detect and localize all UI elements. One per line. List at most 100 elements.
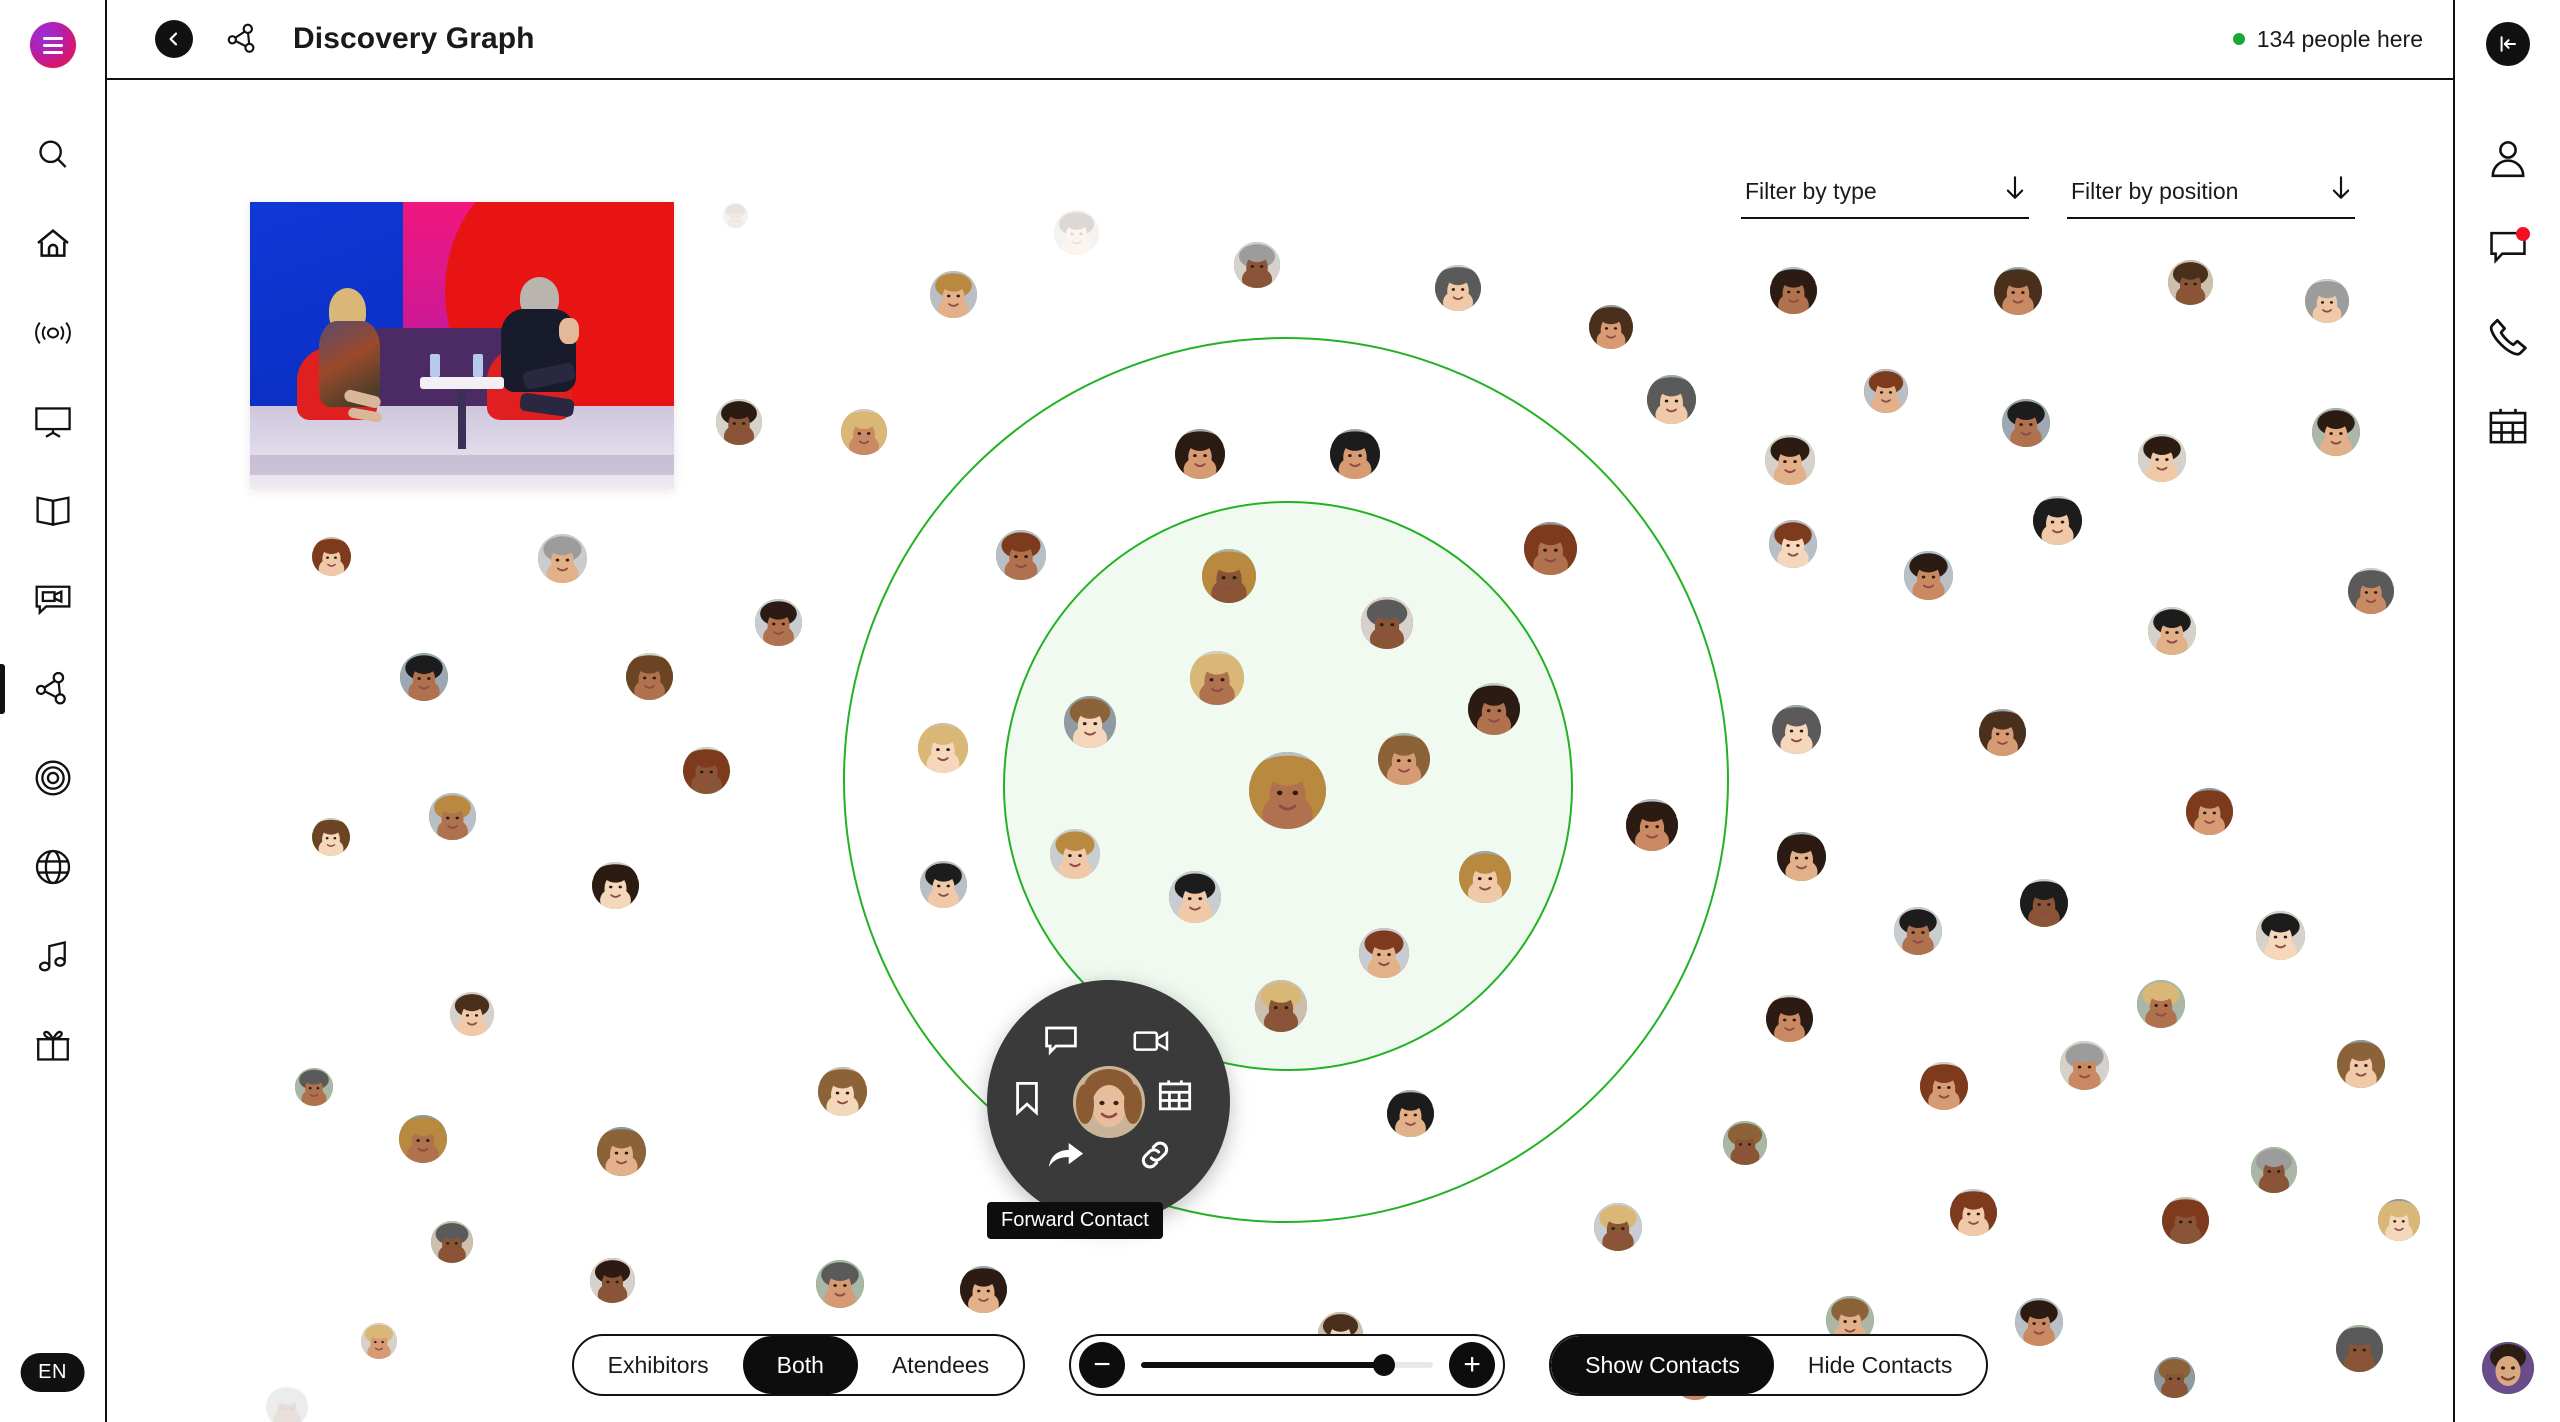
sidebar-item-globe[interactable] (0, 822, 105, 911)
sidebar-item-gifts[interactable] (0, 1000, 105, 1089)
graph-node-avatar[interactable] (2167, 259, 2213, 305)
right-item-profile[interactable] (2455, 114, 2560, 203)
graph-node-avatar[interactable] (311, 536, 351, 576)
graph-node-avatar[interactable] (1769, 520, 1817, 568)
segment-attendees[interactable]: Atendees (858, 1336, 1023, 1394)
graph-node-avatar[interactable] (1330, 429, 1380, 479)
back-button[interactable] (155, 20, 193, 58)
language-badge[interactable]: EN (20, 1353, 85, 1392)
graph-node-avatar[interactable] (1050, 829, 1100, 879)
graph-node-avatar[interactable] (295, 1068, 333, 1106)
bookmark-contact-action[interactable] (1013, 1080, 1041, 1116)
graph-canvas[interactable]: Filter by type Filter by position Forwar… (107, 80, 2453, 1422)
graph-node-avatar[interactable] (1864, 369, 1908, 413)
graph-node-avatar[interactable] (1386, 1089, 1434, 1137)
graph-node-avatar[interactable] (1190, 651, 1244, 705)
graph-node-avatar[interactable] (450, 992, 494, 1036)
graph-node-avatar[interactable] (1468, 683, 1520, 735)
graph-node-avatar[interactable] (996, 530, 1046, 580)
graph-node-avatar[interactable] (1626, 799, 1678, 851)
start-video-call-action[interactable] (1132, 1026, 1170, 1056)
graph-node-avatar[interactable] (589, 1257, 635, 1303)
sidebar-item-sessions[interactable] (0, 377, 105, 466)
zoom-in-button[interactable]: + (1449, 1342, 1496, 1388)
radial-center-avatar[interactable] (1072, 1065, 1145, 1138)
graph-node-avatar[interactable] (682, 746, 730, 794)
graph-node-avatar[interactable] (1594, 1203, 1642, 1251)
graph-node-avatar[interactable] (1765, 435, 1815, 485)
graph-node-avatar[interactable] (1255, 980, 1307, 1032)
graph-node-avatar[interactable] (1202, 549, 1256, 603)
graph-node-avatar[interactable] (754, 598, 802, 646)
sidebar-item-home[interactable] (0, 199, 105, 288)
graph-node-avatar[interactable] (2251, 1147, 2297, 1193)
segment-hide-contacts[interactable]: Hide Contacts (1774, 1336, 1986, 1394)
graph-node-avatar[interactable] (400, 653, 448, 701)
graph-node-avatar[interactable] (1175, 429, 1225, 479)
graph-node-avatar[interactable] (1949, 1188, 1997, 1236)
stage-interview-video[interactable] (250, 202, 674, 489)
graph-node-avatar[interactable] (2002, 399, 2050, 447)
copy-link-action[interactable] (1137, 1138, 1173, 1172)
graph-node-avatar[interactable] (537, 533, 587, 583)
graph-node-avatar[interactable] (1589, 305, 1633, 349)
graph-node-avatar[interactable] (929, 270, 977, 318)
graph-node-avatar[interactable] (716, 399, 762, 445)
graph-node-avatar[interactable] (2020, 879, 2068, 927)
graph-node-avatar[interactable] (817, 1066, 867, 1116)
graph-node-avatar[interactable] (1169, 871, 1221, 923)
zoom-slider-control[interactable]: − + (1069, 1334, 1506, 1396)
segment-both[interactable]: Both (742, 1336, 858, 1394)
graph-node-avatar[interactable] (1248, 751, 1326, 829)
contact-radial-menu[interactable] (987, 980, 1230, 1223)
graph-node-avatar[interactable] (399, 1115, 447, 1163)
graph-node-avatar[interactable] (428, 792, 476, 840)
graph-node-avatar[interactable] (2305, 279, 2349, 323)
sidebar-item-search[interactable] (0, 110, 105, 199)
graph-node-avatar[interactable] (722, 202, 748, 228)
graph-node-avatar[interactable] (2337, 1040, 2385, 1088)
zoom-out-button[interactable]: − (1079, 1342, 1126, 1388)
filter-by-type-dropdown[interactable]: Filter by type (1741, 175, 2029, 219)
graph-node-avatar[interactable] (1064, 696, 1116, 748)
collapse-panel-button[interactable] (2485, 22, 2530, 66)
graph-node-avatar[interactable] (2137, 980, 2185, 1028)
my-avatar[interactable] (2481, 1342, 2534, 1394)
graph-node-avatar[interactable] (816, 1260, 864, 1308)
audience-type-toggle[interactable]: Exhibitors Both Atendees (571, 1334, 1026, 1396)
graph-node-avatar[interactable] (2185, 787, 2233, 835)
hamburger-menu-icon[interactable] (29, 22, 76, 68)
right-item-calendar[interactable] (2455, 381, 2560, 470)
graph-node-avatar[interactable] (2312, 408, 2360, 456)
graph-node-avatar[interactable] (1523, 521, 1577, 575)
graph-node-avatar[interactable] (1459, 851, 1511, 903)
graph-node-avatar[interactable] (2032, 495, 2082, 545)
graph-node-avatar[interactable] (625, 652, 673, 700)
right-item-messages[interactable] (2455, 203, 2560, 292)
graph-node-avatar[interactable] (1378, 733, 1430, 785)
segment-exhibitors[interactable]: Exhibitors (574, 1336, 743, 1394)
schedule-meeting-action[interactable] (1157, 1078, 1193, 1112)
forward-contact-action[interactable] (1047, 1140, 1085, 1170)
graph-node-avatar[interactable] (1994, 267, 2042, 315)
send-message-action[interactable] (1043, 1024, 1079, 1058)
zoom-slider-handle[interactable] (1372, 1354, 1395, 1376)
graph-node-avatar[interactable] (918, 723, 968, 773)
filter-by-position-dropdown[interactable]: Filter by position (2067, 175, 2355, 219)
graph-node-avatar[interactable] (1771, 704, 1821, 754)
graph-node-avatar[interactable] (431, 1221, 473, 1263)
graph-node-avatar[interactable] (1765, 994, 1813, 1042)
graph-node-avatar[interactable] (1920, 1062, 1968, 1110)
graph-node-avatar[interactable] (1053, 209, 1099, 255)
graph-node-avatar[interactable] (1769, 266, 1817, 314)
graph-node-avatar[interactable] (1359, 928, 1409, 978)
graph-node-avatar[interactable] (591, 861, 639, 909)
graph-node-avatar[interactable] (1723, 1121, 1767, 1165)
zoom-slider-track[interactable] (1141, 1354, 1434, 1376)
graph-node-avatar[interactable] (2348, 568, 2394, 614)
graph-node-avatar[interactable] (596, 1126, 646, 1176)
graph-node-avatar[interactable] (1776, 831, 1826, 881)
graph-node-avatar[interactable] (1978, 708, 2026, 756)
sidebar-item-discovery-graph[interactable] (0, 644, 105, 733)
graph-node-avatar[interactable] (312, 818, 350, 856)
